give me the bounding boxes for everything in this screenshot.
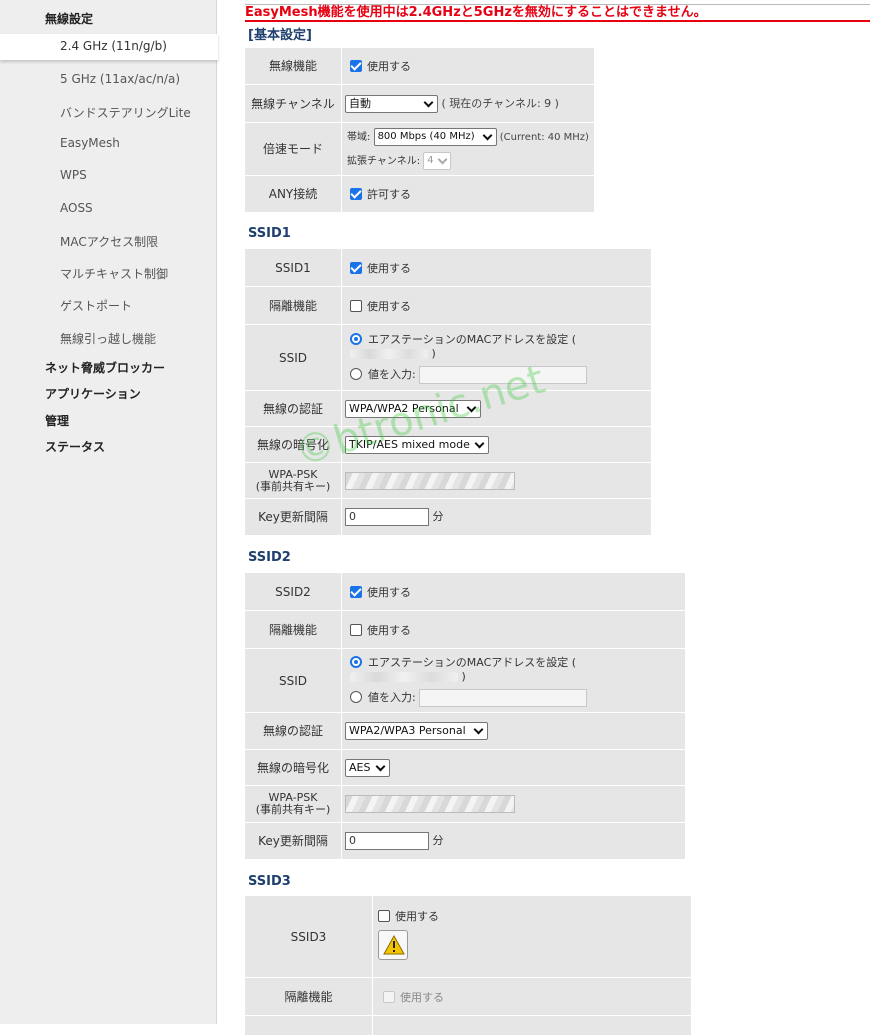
wireless-row: 無線機能 使用する — [245, 48, 594, 85]
sidebar-item-mac-access[interactable]: MACアクセス制限 — [60, 233, 158, 250]
any-connection-checkbox[interactable] — [350, 188, 362, 200]
chevron-down-icon — [438, 157, 447, 166]
any-connection-check-label: 許可する — [367, 188, 411, 201]
wireless-label: 無線機能 — [245, 48, 342, 85]
ssid1-name-input[interactable] — [419, 366, 588, 384]
any-connection-row: ANY接続 許可する — [245, 176, 594, 213]
sidebar-item-2-4ghz[interactable]: 2.4 GHz (11n/g/b) — [0, 34, 218, 60]
chevron-down-icon — [483, 133, 492, 142]
sidebar-section-threat-blocker[interactable]: ネット脅威ブロッカー — [45, 359, 165, 376]
ssid3-isolate-label: 隔離機能 — [245, 978, 373, 1016]
ssid1-enable-checkbox[interactable] — [350, 261, 362, 274]
ssid1-radio-input[interactable] — [350, 368, 362, 380]
chevron-down-icon — [376, 764, 385, 773]
ext-channel-select[interactable]: 4 — [423, 152, 452, 170]
ssid2-isolate-label: 隔離機能 — [245, 611, 342, 649]
channel-label: 無線チャンネル — [245, 85, 342, 123]
bandwidth-label: 帯域: — [347, 132, 371, 143]
any-connection-label: ANY接続 — [245, 176, 342, 213]
ssid2-auth-label: 無線の認証 — [245, 713, 342, 750]
channel-select[interactable]: 自動 — [345, 94, 438, 113]
ssid2-psk-label: WPA-PSK (事前共有キー) — [245, 786, 342, 823]
masked-mac — [350, 672, 458, 682]
masked-mac — [350, 349, 428, 359]
wireless-enable-checkbox[interactable] — [350, 60, 362, 72]
ssid2-name-label: SSID — [245, 649, 342, 713]
sidebar-item-label: 2.4 GHz (11n/g/b) — [60, 39, 167, 53]
ssid2-title: SSID2 — [248, 550, 291, 565]
sidebar-item-wps[interactable]: WPS — [60, 168, 87, 182]
sidebar-section-admin[interactable]: 管理 — [45, 412, 69, 429]
sidebar-item-band-steering[interactable]: バンドステアリングLite — [60, 104, 191, 121]
ssid2-radio-mac[interactable] — [350, 656, 362, 668]
basic-settings-title: [基本設定] — [248, 28, 312, 43]
ssid2-psk-input[interactable] — [345, 795, 515, 813]
ssid1-enable-label: SSID1 — [245, 249, 342, 287]
speed-mode-label: 倍速モード — [245, 123, 342, 176]
sidebar: 無線設定 2.4 GHz (11n/g/b) 5 GHz (11ax/ac/n/… — [0, 0, 218, 1024]
warning-icon — [383, 935, 405, 955]
ssid2-key-unit: 分 — [432, 834, 444, 847]
ssid1-key-interval-input[interactable]: 0 — [345, 508, 429, 526]
ssid2-radio-input[interactable] — [350, 691, 362, 703]
ssid1-title: SSID1 — [248, 226, 291, 241]
ssid3-isolate-checkbox[interactable] — [383, 990, 395, 1003]
ssid1-key-unit: 分 — [432, 510, 444, 523]
ssid1-isolate-checkbox[interactable] — [350, 299, 362, 312]
ssid1-name-label: SSID — [245, 325, 342, 391]
bandwidth-select[interactable]: 800 Mbps (40 MHz) — [373, 128, 497, 146]
ssid1-enc-label: 無線の暗号化 — [245, 427, 342, 463]
ssid3-enable-label: SSID3 — [245, 896, 373, 978]
ssid3-next-row-label — [245, 1016, 373, 1036]
ssid2-key-interval-input[interactable]: 0 — [345, 832, 429, 850]
bandwidth-current: (Current: 40 MHz) — [499, 132, 589, 143]
ssid1-psk-label: WPA-PSK (事前共有キー) — [245, 463, 342, 499]
current-channel: ( 現在のチャンネル: 9 ) — [441, 96, 559, 110]
ssid1-key-interval-label: Key更新間隔 — [245, 499, 342, 536]
sidebar-item-multicast[interactable]: マルチキャスト制御 — [60, 265, 168, 282]
sidebar-section-wireless[interactable]: 無線設定 — [45, 10, 93, 27]
easymesh-warning: EasyMesh機能を使用中は2.4GHzと5GHzを無効にすることはできません… — [245, 5, 870, 22]
sidebar-item-easymesh[interactable]: EasyMesh — [60, 136, 120, 150]
ssid1-psk-input[interactable] — [345, 471, 515, 490]
ssid1-auth-label: 無線の認証 — [245, 391, 342, 427]
warning-button[interactable] — [378, 930, 408, 960]
ssid1-radio-mac[interactable] — [350, 333, 362, 345]
ssid2-enc-label: 無線の暗号化 — [245, 750, 342, 786]
sidebar-item-wireless-migration[interactable]: 無線引っ越し機能 — [60, 330, 156, 347]
ssid1-enc-select[interactable]: TKIP/AES mixed mode — [345, 435, 489, 454]
sidebar-section-status[interactable]: ステータス — [45, 438, 105, 455]
wireless-enable-label: 使用する — [367, 60, 411, 73]
chevron-down-icon — [474, 727, 483, 736]
ssid1-auth-select[interactable]: WPA/WPA2 Personal — [345, 399, 481, 418]
ssid2-enable-label: SSID2 — [245, 573, 342, 611]
ssid3-title: SSID3 — [248, 874, 291, 889]
ssid2-name-input[interactable] — [419, 689, 588, 707]
sidebar-section-applications[interactable]: アプリケーション — [45, 385, 141, 402]
sidebar-item-aoss[interactable]: AOSS — [60, 201, 93, 215]
chevron-down-icon — [424, 100, 433, 109]
ssid3-enable-checkbox[interactable] — [378, 910, 390, 922]
ext-channel-label: 拡張チャンネル: — [347, 156, 421, 167]
ssid2-enable-checkbox[interactable] — [350, 585, 362, 598]
ssid2-enc-select[interactable]: AES — [345, 758, 390, 777]
ssid1-isolate-label: 隔離機能 — [245, 287, 342, 325]
chevron-down-icon — [475, 441, 484, 450]
ssid2-isolate-checkbox[interactable] — [350, 623, 362, 636]
ssid2-auth-select[interactable]: WPA2/WPA3 Personal — [345, 722, 488, 740]
chevron-down-icon — [467, 405, 476, 414]
sidebar-item-5ghz[interactable]: 5 GHz (11ax/ac/n/a) — [60, 72, 180, 86]
sidebar-item-guest-port[interactable]: ゲストポート — [60, 297, 132, 314]
ssid2-key-interval-label: Key更新間隔 — [245, 823, 342, 860]
channel-row: 無線チャンネル 自動 ( 現在のチャンネル: 9 ) — [245, 85, 594, 123]
speed-mode-row: 倍速モード 帯域: 800 Mbps (40 MHz) (Current: 40… — [245, 123, 594, 176]
